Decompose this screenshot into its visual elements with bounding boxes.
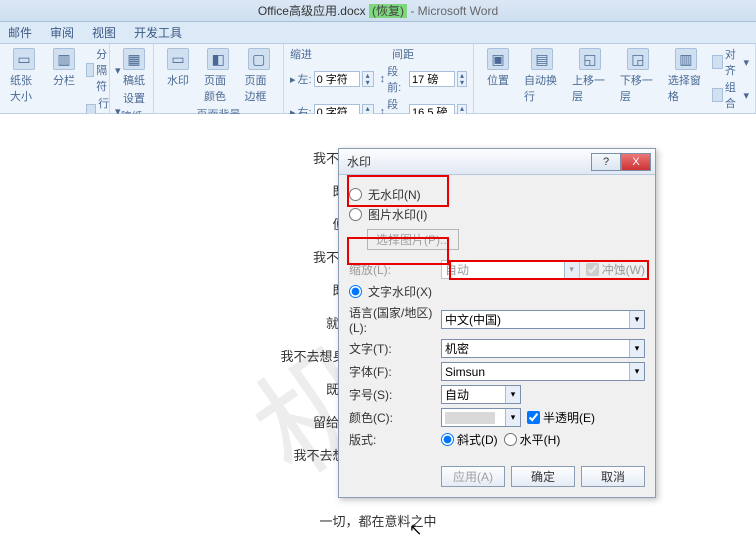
page-color-button[interactable]: ◧页面颜色 [200,46,237,106]
break-icon [86,63,94,77]
chevron-down-icon: ▾ [629,340,644,357]
position-button[interactable]: ▣位置 [480,46,516,90]
dialog-title: 水印 [347,153,371,170]
send-icon: ◲ [627,48,649,70]
ribbon-tabs: 邮件 审阅 视图 开发工具 [0,22,756,44]
manuscript-icon: ▦ [123,48,145,70]
dialog-help-button[interactable]: ? [591,153,621,171]
watermark-text-select[interactable]: 机密▾ [441,339,645,358]
tab-mail[interactable]: 邮件 [8,24,32,41]
cancel-button[interactable]: 取消 [581,466,645,487]
selection-pane-button[interactable]: ▥选择窗格 [664,46,708,106]
text-line: 一切，都在意料之中 [178,511,578,530]
document-name: Office高级应用.docx [258,4,366,18]
scale-select: 自动▾ [441,260,580,279]
picture-watermark-radio[interactable]: 图片水印(I) [349,206,645,223]
tab-devtools[interactable]: 开发工具 [134,24,182,41]
chevron-down-icon: ▾ [505,409,520,426]
watermark-button[interactable]: ▭水印 [160,46,196,90]
space-before-input[interactable]: ↕段前:▴▾ [380,63,467,95]
language-label: 语言(国家/地区)(L): [349,304,435,335]
scale-label: 缩放(L): [349,261,435,278]
semitransparent-checkbox[interactable]: 半透明(E) [527,409,595,426]
select-picture-button: 选择图片(P)... [367,229,459,250]
horizontal-radio[interactable]: 水平(H) [504,431,561,448]
border-icon: ▢ [248,48,270,70]
chevron-down-icon: ▾ [505,386,520,403]
position-icon: ▣ [487,48,509,70]
font-select[interactable]: Simsun▾ [441,362,645,381]
page-border-button[interactable]: ▢页面边框 [241,46,278,106]
color-swatch [445,412,495,424]
text-label: 文字(T): [349,340,435,357]
chevron-down-icon: ▾ [629,311,644,328]
wrap-text-button[interactable]: ▤自动换行 [520,46,564,106]
diagonal-radio[interactable]: 斜式(D) [441,431,498,448]
watermark-dialog: 水印 ? X 无水印(N) 图片水印(I) 选择图片(P)... 缩放(L): … [338,148,656,498]
text-watermark-radio[interactable]: 文字水印(X) [349,283,645,300]
pagecolor-icon: ◧ [207,48,229,70]
paper-size-button[interactable]: ▭纸张大小 [6,46,42,106]
selpane-icon: ▥ [675,48,697,70]
ok-button[interactable]: 确定 [511,466,575,487]
color-select[interactable]: ▾ [441,408,521,427]
send-backward-button[interactable]: ◲下移一层 [616,46,660,106]
dialog-close-button[interactable]: X [621,153,651,171]
tab-view[interactable]: 视图 [92,24,116,41]
group-icon [712,88,723,102]
chevron-down-icon: ▾ [564,261,579,278]
language-select[interactable]: 中文(中国)▾ [441,310,645,329]
size-select[interactable]: 自动▾ [441,385,521,404]
color-label: 颜色(C): [349,409,435,426]
manuscript-button[interactable]: ▦稿纸设置 [116,46,152,108]
window-titlebar: Office高级应用.docx (恢复) - Microsoft Word [0,0,756,22]
restored-indicator: (恢复) [369,4,407,18]
layout-label: 版式: [349,431,435,448]
group-objects-button[interactable]: 组合 ▾ [712,79,749,111]
bring-icon: ◱ [579,48,601,70]
indent-left-input[interactable]: ▸左:▴▾ [290,63,374,95]
align-icon [712,55,723,69]
ribbon: ▭纸张大小 ▥分栏 分隔符 ▾ 行号 ▾ 断字 ▾ 设置 ▦稿纸设置 稿纸 ▭水… [0,44,756,114]
font-label: 字体(F): [349,363,435,380]
columns-icon: ▥ [53,48,75,70]
align-button[interactable]: 对齐 ▾ [712,46,749,78]
washout-checkbox: 冲蚀(W) [586,261,645,278]
dialog-titlebar[interactable]: 水印 ? X [339,149,655,175]
columns-button[interactable]: ▥分栏 [46,46,82,90]
chevron-down-icon: ▾ [629,363,644,380]
bring-forward-button[interactable]: ◱上移一层 [568,46,612,106]
app-name: - Microsoft Word [410,4,498,18]
apply-button[interactable]: 应用(A) [441,466,505,487]
page-icon: ▭ [13,48,35,70]
no-watermark-radio[interactable]: 无水印(N) [349,186,645,203]
size-label: 字号(S): [349,386,435,403]
tab-review[interactable]: 审阅 [50,24,74,41]
wrap-icon: ▤ [531,48,553,70]
watermark-icon: ▭ [167,48,189,70]
